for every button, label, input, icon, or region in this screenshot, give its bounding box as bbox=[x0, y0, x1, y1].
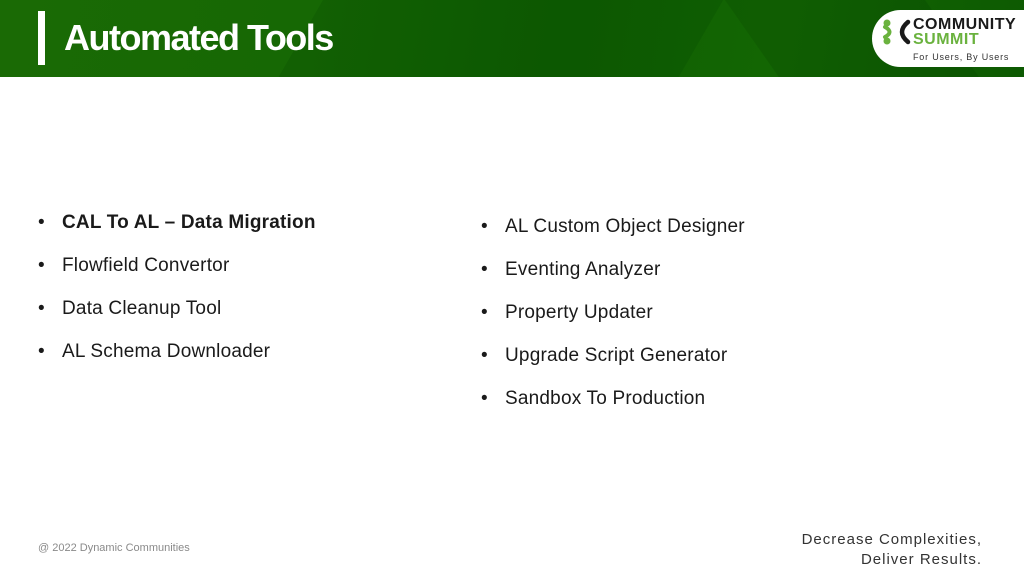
list-item-label: CAL To AL – Data Migration bbox=[62, 212, 316, 233]
tagline-line-2: Deliver Results. bbox=[860, 551, 982, 568]
list-item-label: Property Updater bbox=[505, 302, 653, 323]
tagline-line-1: Decrease Complexities, bbox=[801, 531, 982, 548]
community-summit-logo-icon bbox=[883, 19, 911, 45]
list-item-label: Data Cleanup Tool bbox=[62, 298, 222, 319]
bullet-icon: • bbox=[481, 216, 488, 237]
slide-header: Automated Tools bbox=[0, 0, 1024, 77]
list-item-label: Eventing Analyzer bbox=[505, 259, 661, 280]
list-item-label: Sandbox To Production bbox=[505, 388, 706, 409]
bullet-icon: • bbox=[481, 302, 488, 323]
bullet-icon: • bbox=[481, 388, 488, 409]
list-item-label: AL Schema Downloader bbox=[62, 341, 271, 362]
logo-text-summit: SUMMIT bbox=[913, 31, 980, 48]
footer-tagline: Decrease Complexities, Deliver Results. bbox=[802, 530, 982, 570]
slide-title: Automated Tools bbox=[64, 17, 334, 58]
title-accent-bar bbox=[38, 11, 45, 65]
bullet-icon: • bbox=[38, 212, 45, 233]
bullet-icon: • bbox=[481, 345, 488, 366]
list-item-label: Upgrade Script Generator bbox=[505, 345, 728, 366]
bullet-icon: • bbox=[481, 259, 488, 280]
copyright-text: @ 2022 Dynamic Communities bbox=[38, 542, 190, 554]
logo-tagline: For Users, By Users bbox=[913, 52, 1010, 62]
bullet-icon: • bbox=[38, 255, 45, 276]
bullet-icon: • bbox=[38, 341, 45, 362]
bullet-icon: • bbox=[38, 298, 45, 319]
list-item-label: Flowfield Convertor bbox=[62, 255, 230, 276]
list-item-label: AL Custom Object Designer bbox=[505, 216, 745, 237]
